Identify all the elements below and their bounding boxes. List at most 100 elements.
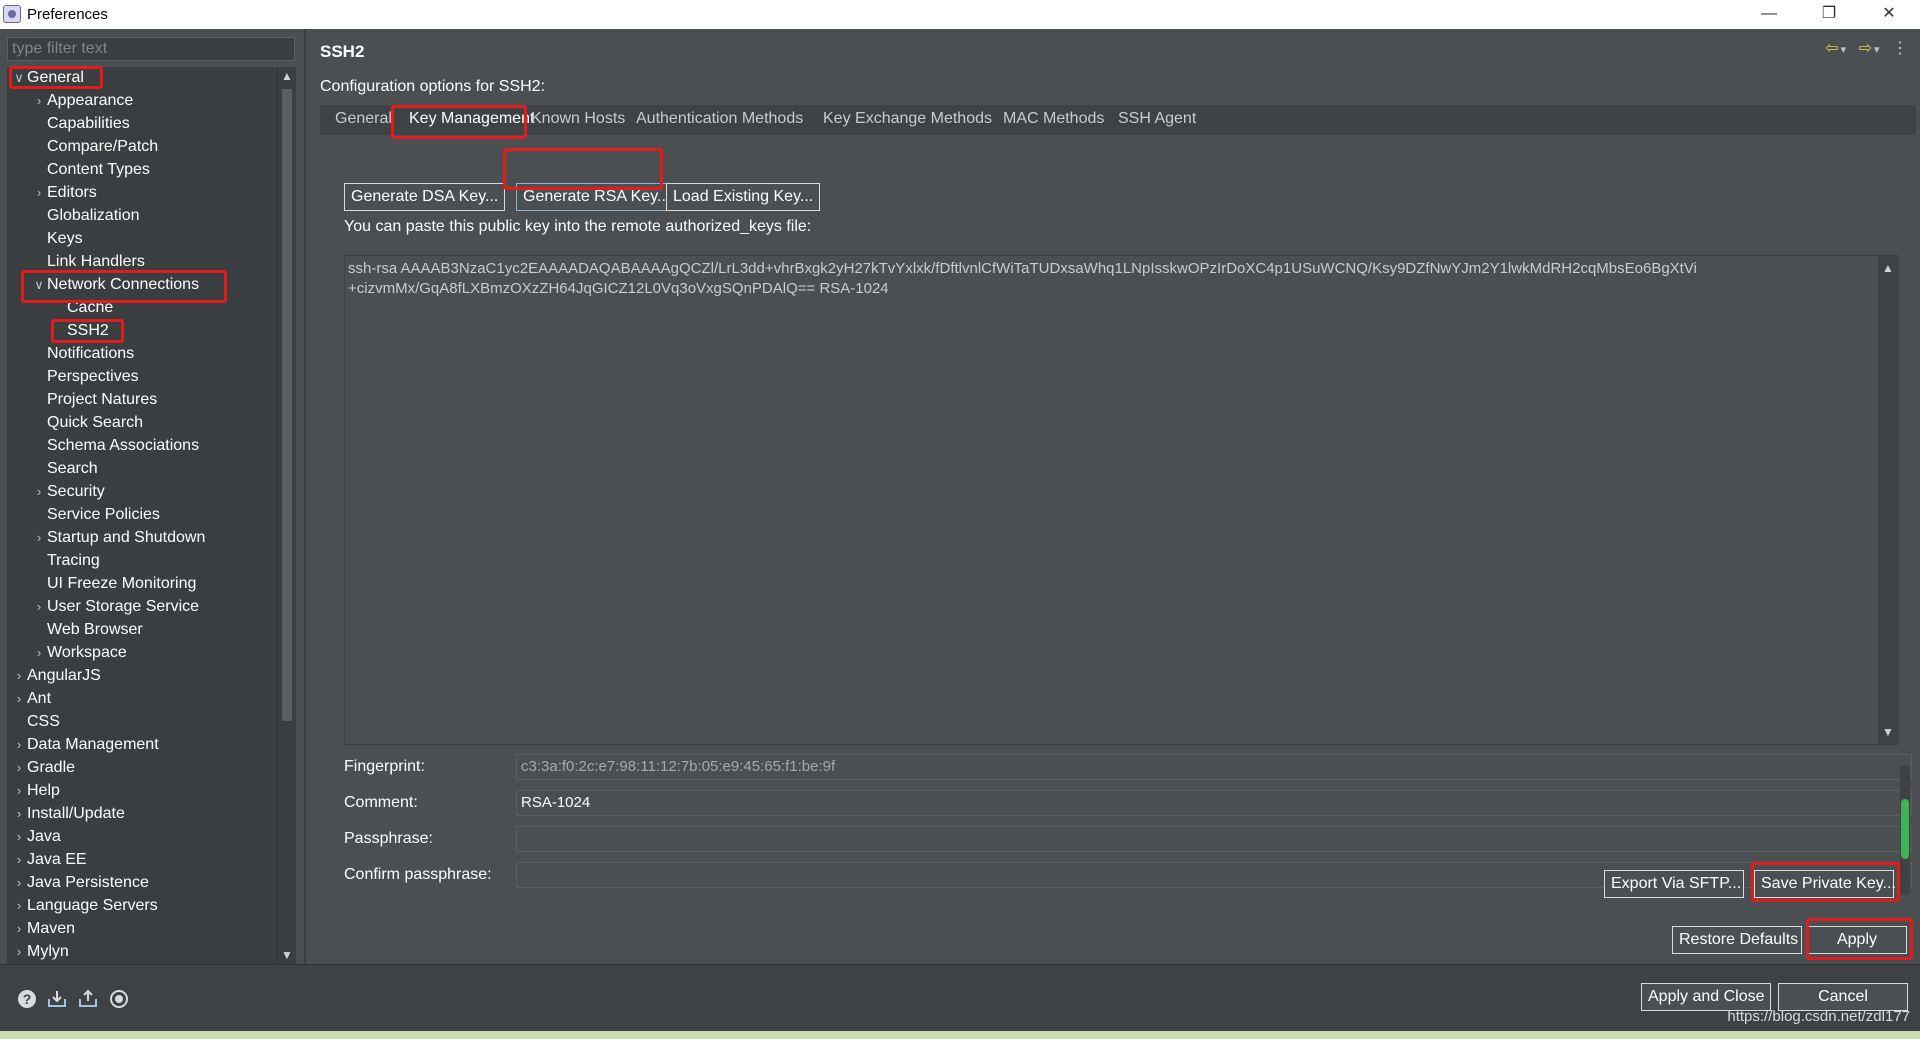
chevron-right-icon[interactable]: ›	[11, 665, 27, 687]
tree-item[interactable]: › Java EE	[11, 849, 87, 871]
tree-item[interactable]: › Appearance	[31, 90, 133, 112]
forward-menu-icon[interactable]: ▾	[1874, 44, 1880, 56]
tab-key-management[interactable]: Key Management	[409, 110, 534, 128]
tree-item[interactable]: › Ant	[11, 688, 51, 710]
chevron-right-icon[interactable]: ›	[11, 918, 27, 940]
tree-item[interactable]: › User Storage Service	[31, 596, 199, 618]
filter-input[interactable]	[7, 37, 295, 61]
tree-item[interactable]: › Help	[11, 780, 60, 802]
generate-rsa-key-button[interactable]: Generate RSA Key...	[516, 183, 678, 211]
chevron-right-icon[interactable]: ›	[11, 849, 27, 871]
page-scrollbar[interactable]	[1900, 765, 1910, 895]
chevron-down-icon[interactable]: ∨	[31, 274, 47, 296]
cancel-button[interactable]: Cancel	[1778, 983, 1908, 1011]
tab-authentication-methods[interactable]: Authentication Methods	[636, 110, 803, 128]
tree-item[interactable]: › Java	[11, 826, 61, 848]
tab-mac-methods[interactable]: MAC Methods	[1003, 110, 1104, 128]
minimize-button[interactable]: —	[1746, 0, 1792, 29]
tab-key-exchange-methods[interactable]: Key Exchange Methods	[823, 110, 992, 128]
chevron-right-icon[interactable]: ›	[11, 872, 27, 894]
import-icon[interactable]	[47, 989, 67, 1009]
fingerprint-field[interactable]: c3:3a:f0:2c:e7:98:11:12:7b:05:e9:45:65:f…	[516, 754, 1912, 780]
key-scrollbar[interactable]: ▲ ▼	[1878, 256, 1898, 744]
tree-item[interactable]: SSH2	[51, 320, 109, 342]
tree-item[interactable]: Quick Search	[31, 412, 143, 434]
comment-field[interactable]: RSA-1024	[516, 790, 1912, 816]
tree-item[interactable]: › Workspace	[31, 642, 127, 664]
tree-item[interactable]: Content Types	[31, 159, 150, 181]
chevron-right-icon[interactable]: ›	[11, 941, 27, 963]
public-key-textarea[interactable]: ssh-rsa AAAAB3NzaC1yc2EAAAADAQABAAAAgQCZ…	[344, 255, 1899, 745]
tree-item[interactable]: Schema Associations	[31, 435, 199, 457]
key-scroll-up-icon[interactable]: ▲	[1878, 258, 1898, 278]
tree-item[interactable]: › Editors	[31, 182, 97, 204]
chevron-right-icon[interactable]: ›	[31, 596, 47, 618]
tree-item[interactable]: Perspectives	[31, 366, 139, 388]
tree-item[interactable]: Keys	[31, 228, 83, 250]
chevron-right-icon[interactable]: ›	[11, 826, 27, 848]
restore-button[interactable]: ❐	[1806, 0, 1852, 29]
chevron-right-icon[interactable]: ›	[11, 803, 27, 825]
load-existing-key-button[interactable]: Load Existing Key...	[666, 183, 821, 211]
tree-item[interactable]: Notifications	[31, 343, 134, 365]
chevron-right-icon[interactable]: ›	[11, 757, 27, 779]
export-icon[interactable]	[78, 989, 98, 1009]
tree-scrollbar[interactable]: ▲ ▼	[277, 67, 296, 964]
tree-item[interactable]: › Maven	[11, 918, 75, 940]
tree-item[interactable]: Link Handlers	[31, 251, 145, 273]
tree-item[interactable]: › Startup and Shutdown	[31, 527, 206, 549]
tree-item[interactable]: › Gradle	[11, 757, 75, 779]
tree-item[interactable]: Compare/Patch	[31, 136, 158, 158]
chevron-right-icon[interactable]: ›	[31, 481, 47, 503]
tree-item[interactable]: › AngularJS	[11, 665, 101, 687]
tree-item[interactable]: CSS	[11, 711, 60, 733]
tree-item[interactable]: Web Browser	[31, 619, 143, 641]
tree-item[interactable]: › Language Servers	[11, 895, 158, 917]
tab-general[interactable]: General	[335, 110, 392, 128]
chevron-right-icon[interactable]: ›	[31, 642, 47, 664]
back-menu-icon[interactable]: ▾	[1841, 44, 1847, 56]
back-arrow-icon[interactable]: ⇦	[1825, 40, 1838, 57]
view-menu-icon[interactable]: ⋮	[1892, 40, 1908, 57]
tree-item[interactable]: › Mylyn	[11, 941, 69, 963]
tree-item[interactable]: › Data Management	[11, 734, 159, 756]
forward-arrow-icon[interactable]: ⇨	[1859, 40, 1872, 57]
generate-dsa-key-button[interactable]: Generate DSA Key...	[344, 183, 506, 211]
scroll-down-icon[interactable]: ▼	[278, 946, 296, 964]
save-private-key-button[interactable]: Save Private Key...	[1754, 870, 1896, 898]
passphrase-field[interactable]	[516, 826, 1912, 852]
chevron-right-icon[interactable]: ›	[31, 182, 47, 204]
tree-item[interactable]: Capabilities	[31, 113, 130, 135]
tree-item[interactable]: UI Freeze Monitoring	[31, 573, 196, 595]
key-scroll-down-icon[interactable]: ▼	[1878, 722, 1898, 742]
help-icon[interactable]: ?	[17, 989, 37, 1009]
tree-item[interactable]: Project Natures	[31, 389, 157, 411]
restore-defaults-button[interactable]: Restore Defaults	[1672, 926, 1802, 954]
chevron-right-icon[interactable]: ›	[11, 895, 27, 917]
page-scrollbar-thumb[interactable]	[1901, 799, 1909, 859]
tree-item[interactable]: Tracing	[31, 550, 100, 572]
tab-ssh-agent[interactable]: SSH Agent	[1118, 110, 1196, 128]
apply-and-close-button[interactable]: Apply and Close	[1641, 983, 1771, 1011]
chevron-right-icon[interactable]: ›	[31, 527, 47, 549]
tree-item[interactable]: Cache	[51, 297, 113, 319]
tree-item[interactable]: ∨ General	[11, 67, 84, 89]
tree-item[interactable]: › Install/Update	[11, 803, 125, 825]
scrollbar-thumb[interactable]	[282, 89, 292, 721]
chevron-right-icon[interactable]: ›	[11, 780, 27, 802]
chevron-right-icon[interactable]: ›	[31, 90, 47, 112]
tree-item[interactable]: › Java Persistence	[11, 872, 149, 894]
chevron-down-icon[interactable]: ∨	[11, 67, 27, 89]
export-via-sftp-button[interactable]: Export Via SFTP...	[1604, 870, 1744, 898]
apply-button[interactable]: Apply	[1807, 926, 1907, 954]
tree-item[interactable]: › Security	[31, 481, 105, 503]
tree-item[interactable]: Globalization	[31, 205, 140, 227]
tree-item[interactable]: Search	[31, 458, 98, 480]
record-icon[interactable]	[109, 989, 129, 1009]
close-button[interactable]: ✕	[1866, 0, 1912, 29]
chevron-right-icon[interactable]: ›	[11, 688, 27, 710]
tree-item[interactable]: ∨ Network Connections	[31, 274, 199, 296]
tree-item[interactable]: Service Policies	[31, 504, 160, 526]
chevron-right-icon[interactable]: ›	[11, 734, 27, 756]
tab-known-hosts[interactable]: Known Hosts	[531, 110, 625, 128]
